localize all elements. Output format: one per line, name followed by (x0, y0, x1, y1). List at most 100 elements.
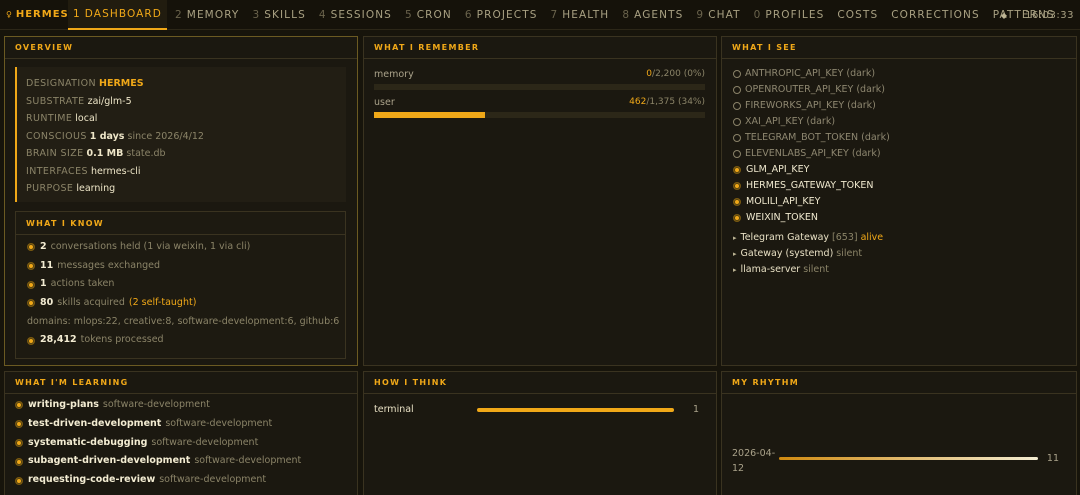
key-item: MOLILI_API_KEY (722, 194, 1076, 210)
brand-name: HERMES (15, 9, 69, 20)
status-area: ◆ 16:03:33 (1001, 0, 1074, 30)
rhythm-date: 2026-04-12 (732, 448, 776, 474)
identity-suffix: since 2026/4/12 (127, 130, 204, 142)
skill-name: requesting-code-review (28, 474, 156, 486)
status-ring-icon (733, 102, 741, 110)
key-note: (dark) (846, 68, 876, 79)
brand[interactable]: ♀ HERMES (0, 9, 68, 20)
remember-panel: WHAT I REMEMBER memory 0/2,200 (0%) user… (363, 36, 717, 366)
tab-label: AGENTS (634, 8, 684, 21)
list-item: 80 skills acquired (2 self-taught) (16, 294, 345, 313)
clock: 16:03:33 (1025, 9, 1074, 21)
tool-name: terminal (374, 404, 414, 415)
service-status: silent (803, 264, 830, 275)
domains-line: domains: mlops:22, creative:8, software-… (27, 315, 340, 327)
list-item: writing-plans software-development (5, 396, 357, 415)
list-item: 28,412 tokens processed (16, 331, 345, 350)
tab-number: 2 (175, 8, 183, 21)
bullet-dot-icon (15, 420, 23, 429)
tab-label: SKILLS (264, 8, 306, 21)
status-ring-icon (733, 70, 741, 78)
key-item: WEIXIN_TOKEN (722, 210, 1076, 226)
tab-health[interactable]: 7 HEALTH (546, 0, 615, 30)
memory-total: /2,200 (0%) (652, 69, 705, 79)
key-name: WEIXIN_TOKEN (746, 212, 818, 223)
key-note: (dark) (861, 132, 890, 143)
skill-name: systematic-debugging (28, 436, 148, 448)
skill-name: subagent-driven-development (28, 455, 191, 467)
tab-profiles[interactable]: 0 PROFILES (749, 0, 830, 30)
tab-number: 7 (550, 8, 559, 21)
tab-number: 3 (252, 8, 261, 21)
bullet-dot-icon (15, 438, 23, 447)
identity-row: DESIGNATION HERMES (26, 75, 346, 93)
tab-label: PROJECTS (476, 8, 538, 21)
bullet-dot-icon (27, 336, 35, 345)
key-item: TELEGRAM_BOT_TOKEN (dark) (722, 130, 1076, 146)
tab-agents[interactable]: 8 AGENTS (617, 0, 688, 30)
tab-corrections[interactable]: CORRECTIONS (886, 0, 985, 30)
identity-value: 0.1 MB (86, 148, 124, 159)
list-item: test-driven-development software-developm… (5, 415, 357, 434)
memory-value: 462/1,375 (34%) (629, 97, 705, 107)
tab-memory[interactable]: 2 MEMORY (170, 0, 244, 30)
service-status: silent (836, 248, 863, 259)
key-item: ANTHROPIC_API_KEY (dark) (722, 66, 1076, 82)
key-note: (dark) (856, 84, 885, 95)
stat-value: 2 (40, 241, 47, 252)
tab-cron[interactable]: 5 CRON (400, 0, 457, 30)
list-item: subagent-driven-development software-deve… (5, 452, 357, 471)
status-dot-icon (733, 182, 741, 190)
memory-used: 462 (629, 97, 647, 107)
status-ring-icon (733, 86, 741, 94)
tab-projects[interactable]: 6 PROJECTS (460, 0, 543, 30)
identity-row: RUNTIME local (26, 110, 346, 128)
tab-label: CRON (416, 8, 452, 21)
memory-bar (374, 112, 705, 118)
identity-suffix: state.db (126, 148, 166, 159)
top-nav-bar: ♀ HERMES 1 DASHBOARD 2 MEMORY 3 SKILLS 4 SESS… (0, 0, 1080, 30)
memory-row: user 462/1,375 (34%) (374, 97, 705, 118)
tab-label: HEALTH (562, 8, 610, 21)
stat-value: 1 (40, 278, 47, 290)
tab-dashboard[interactable]: 1 DASHBOARD (68, 0, 167, 30)
tab-number: 0 (753, 8, 762, 21)
identity-value: HERMES (99, 78, 144, 89)
identity-key: RUNTIME (26, 113, 73, 124)
triangle-right-icon: ▸ (733, 234, 737, 242)
service-list: ▸ Telegram Gateway [653] alive ▸ Gateway (sy… (722, 226, 1076, 278)
tab-label: COSTS (837, 8, 879, 21)
tool-usage-bar (477, 408, 674, 412)
panel-title: WHAT I REMEMBER (364, 37, 716, 59)
tab-chat[interactable]: 9 CHAT (691, 0, 745, 30)
identity-key: CONSCIOUS (26, 130, 87, 142)
learning-panel: WHAT I'M LEARNING writing-plans software-… (4, 371, 358, 495)
key-note: (dark) (806, 116, 836, 127)
key-name: ANTHROPIC_API_KEY (745, 68, 844, 79)
key-name: ELEVENLABS_API_KEY (745, 148, 849, 159)
rhythm-count: 11 (1046, 453, 1059, 464)
stat-value: 80 (40, 297, 54, 309)
panel-title: WHAT I KNOW (16, 212, 345, 235)
diamond-icon[interactable]: ◆ (1001, 11, 1007, 20)
skill-category: software-development (151, 436, 259, 448)
identity-value: 1 days (89, 130, 125, 142)
tab-skills[interactable]: 3 SKILLS (247, 0, 310, 30)
service-name: Gateway (systemd) (740, 248, 834, 259)
key-name: HERMES_GATEWAY_TOKEN (746, 180, 874, 191)
list-item: requesting-code-review software-developme… (5, 471, 357, 490)
tab-sessions[interactable]: 4 SESSIONS (314, 0, 397, 30)
skill-category: software-development (165, 417, 273, 429)
tab-number: 9 (696, 8, 705, 21)
service-name: Telegram Gateway (740, 232, 830, 243)
skill-name: writing-plans (28, 399, 99, 410)
list-item: 2 conversations held (1 via weixin, 1 via… (16, 238, 345, 257)
service-pid: [653] (832, 232, 858, 243)
what-i-know-box: WHAT I KNOW 2 conversations held (1 via w… (15, 211, 346, 359)
identity-key: BRAIN SIZE (26, 148, 84, 159)
skill-category: software-development (194, 455, 302, 467)
bullet-dot-icon (15, 476, 23, 485)
learning-list: writing-plans software-development test-d… (5, 394, 357, 490)
tab-costs[interactable]: COSTS (832, 0, 883, 30)
tab-number: 6 (464, 8, 473, 21)
